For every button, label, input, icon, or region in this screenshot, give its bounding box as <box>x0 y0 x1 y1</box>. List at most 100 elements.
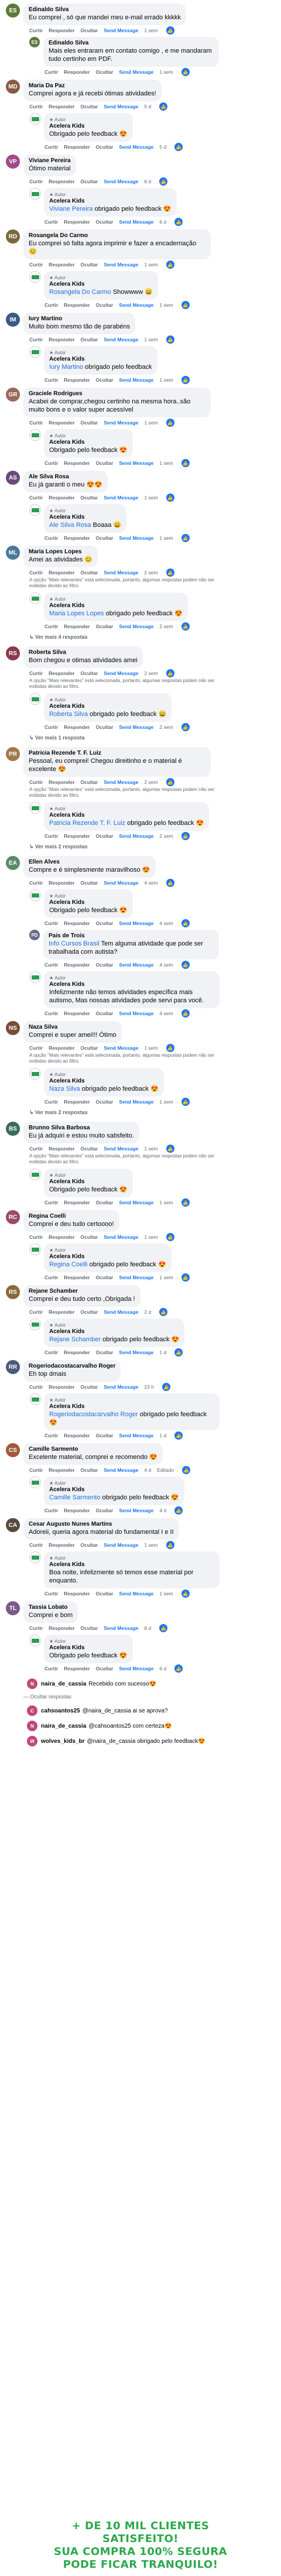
avatar[interactable]: RS <box>6 646 20 660</box>
avatar[interactable]: ES <box>29 37 40 47</box>
reply-button[interactable]: Responder <box>49 779 74 785</box>
avatar[interactable]: W <box>27 1736 37 1746</box>
reply-author[interactable]: Acelera Kids <box>49 123 128 129</box>
send-message-button[interactable]: Send Message <box>104 880 138 886</box>
hide-button[interactable]: Ocultar <box>96 1099 114 1105</box>
send-message-button[interactable]: Send Message <box>119 69 153 75</box>
reply-button[interactable]: Responder <box>64 1433 90 1438</box>
reply-button[interactable]: Responder <box>64 1349 90 1355</box>
hide-button[interactable]: Ocultar <box>96 460 114 466</box>
send-message-button[interactable]: Send Message <box>119 1508 153 1513</box>
like-button[interactable]: Curtir <box>29 1467 43 1473</box>
comment-author[interactable]: Maria Lopes Lopes <box>29 549 92 555</box>
like-button[interactable]: Curtir <box>29 1309 43 1315</box>
hide-button[interactable]: Ocultar <box>96 833 114 839</box>
comment-author[interactable]: naira_de_cassia <box>41 1723 86 1729</box>
avatar[interactable]: ML <box>6 546 20 560</box>
reply-author[interactable]: Acelera Kids <box>49 1179 128 1185</box>
comment-author[interactable]: Cesar Augusto Nunes Martins <box>29 1521 174 1527</box>
like-button[interactable]: Curtir <box>29 420 43 426</box>
like-button[interactable]: Curtir <box>29 570 43 576</box>
hide-button[interactable]: Ocultar <box>81 420 98 426</box>
like-button[interactable]: Curtir <box>44 1010 58 1016</box>
reply-author[interactable]: Acelera Kids <box>49 281 153 287</box>
like-button[interactable]: Curtir <box>44 1591 58 1597</box>
avatar[interactable]: RC <box>6 1210 20 1224</box>
send-message-button[interactable]: Send Message <box>119 1275 153 1280</box>
reply-author[interactable]: Acelera Kids <box>49 1403 214 1410</box>
reply-button[interactable]: Responder <box>64 460 90 466</box>
comment-author[interactable]: Ale Silva Rosa <box>29 474 102 480</box>
avatar[interactable]: ES <box>6 4 20 18</box>
hide-button[interactable]: Ocultar <box>81 570 98 576</box>
reply-author[interactable]: Acelera Kids <box>49 1645 128 1651</box>
like-button[interactable]: Curtir <box>29 1384 43 1390</box>
reply-button[interactable]: Responder <box>64 1275 90 1280</box>
hide-button[interactable]: Ocultar <box>96 1349 114 1355</box>
reply-button[interactable]: Responder <box>64 1010 90 1016</box>
send-message-button[interactable]: Send Message <box>104 1384 138 1390</box>
reply-author[interactable]: Acelera Kids <box>49 439 128 446</box>
reply-button[interactable]: Responder <box>49 337 74 342</box>
hide-button[interactable]: Ocultar <box>81 779 98 785</box>
send-message-button[interactable]: Send Message <box>119 144 153 150</box>
reply-button[interactable]: Responder <box>64 1099 90 1105</box>
like-button[interactable]: Curtir <box>44 144 58 150</box>
like-button[interactable]: Curtir <box>29 337 43 342</box>
send-message-button[interactable]: Send Message <box>119 724 153 730</box>
comment-author[interactable]: Regina Coelli <box>29 1213 114 1220</box>
reply-button[interactable]: Responder <box>49 880 74 886</box>
avatar[interactable]: EA <box>6 856 20 870</box>
send-message-button[interactable]: Send Message <box>119 920 153 926</box>
hide-button[interactable]: Ocultar <box>96 624 114 629</box>
reply-button[interactable]: Responder <box>49 570 74 576</box>
send-message-button[interactable]: Send Message <box>119 1433 153 1438</box>
mention-link[interactable]: Ale Silva Rosa <box>49 522 91 529</box>
reply-button[interactable]: Responder <box>64 1591 90 1597</box>
reply-button[interactable]: Responder <box>49 1146 74 1152</box>
send-message-button[interactable]: Send Message <box>119 377 153 383</box>
hide-button[interactable]: Ocultar <box>96 920 114 926</box>
reply-author[interactable]: Pais de Trois <box>49 933 214 939</box>
hide-button[interactable]: Ocultar <box>81 179 98 184</box>
like-button[interactable]: Curtir <box>44 962 58 968</box>
comment-author[interactable]: Graciele Rodrigues <box>29 390 205 397</box>
send-message-button[interactable]: Send Message <box>104 262 138 268</box>
mention-link[interactable]: Camille Sarmento <box>49 1494 100 1501</box>
hide-button[interactable]: Ocultar <box>81 1625 98 1631</box>
reply-author[interactable]: Acelera Kids <box>49 812 204 818</box>
reply-author[interactable]: Acelera Kids <box>49 1486 179 1493</box>
reply-button[interactable]: Responder <box>49 179 74 184</box>
mention-link[interactable]: Naza Silva <box>49 1085 80 1092</box>
reply-button[interactable]: Responder <box>64 535 90 541</box>
hide-button[interactable]: Ocultar <box>96 1010 114 1016</box>
reply-button[interactable]: Responder <box>49 670 74 676</box>
like-button[interactable]: Curtir <box>29 262 43 268</box>
like-button[interactable]: Curtir <box>44 920 58 926</box>
comment-author[interactable]: Rogeriodacostacarvalho Roger <box>29 1363 115 1369</box>
reply-author[interactable]: Acelera Kids <box>49 602 183 609</box>
send-message-button[interactable]: Send Message <box>104 28 138 33</box>
send-message-button[interactable]: Send Message <box>119 1099 153 1105</box>
comment-author[interactable]: Viviane Pereira <box>29 157 71 164</box>
comment-author[interactable]: naira_de_cassia <box>41 1681 86 1687</box>
send-message-button[interactable]: Send Message <box>104 337 138 342</box>
comment-author[interactable]: Roberta Silva <box>29 649 138 656</box>
hide-replies-link[interactable]: — Ocultar respostas <box>0 1691 281 1703</box>
view-more-replies[interactable]: ↳ Ver mais 1 resposta <box>6 734 276 744</box>
view-more-replies[interactable]: ↳ Ver mais 4 respostas <box>6 633 276 643</box>
like-button[interactable]: Curtir <box>44 1666 58 1671</box>
send-message-button[interactable]: Send Message <box>119 1349 153 1355</box>
avatar[interactable]: PR <box>6 747 20 761</box>
reply-button[interactable]: Responder <box>64 1666 90 1671</box>
reply-button[interactable]: Responder <box>64 1508 90 1513</box>
avatar[interactable]: BS <box>6 1122 20 1136</box>
mention-link[interactable]: Rogeriodacostacarvalho Roger <box>49 1411 138 1418</box>
send-message-button[interactable]: Send Message <box>119 1200 153 1205</box>
comment-author[interactable]: Patricia Rezende T. F. Luiz <box>29 750 205 756</box>
reply-author[interactable]: Acelera Kids <box>49 356 152 362</box>
avatar[interactable]: RD <box>6 229 20 244</box>
reply-button[interactable]: Responder <box>49 420 74 426</box>
avatar[interactable]: VP <box>6 155 20 169</box>
avatar[interactable]: RR <box>6 1360 20 1374</box>
